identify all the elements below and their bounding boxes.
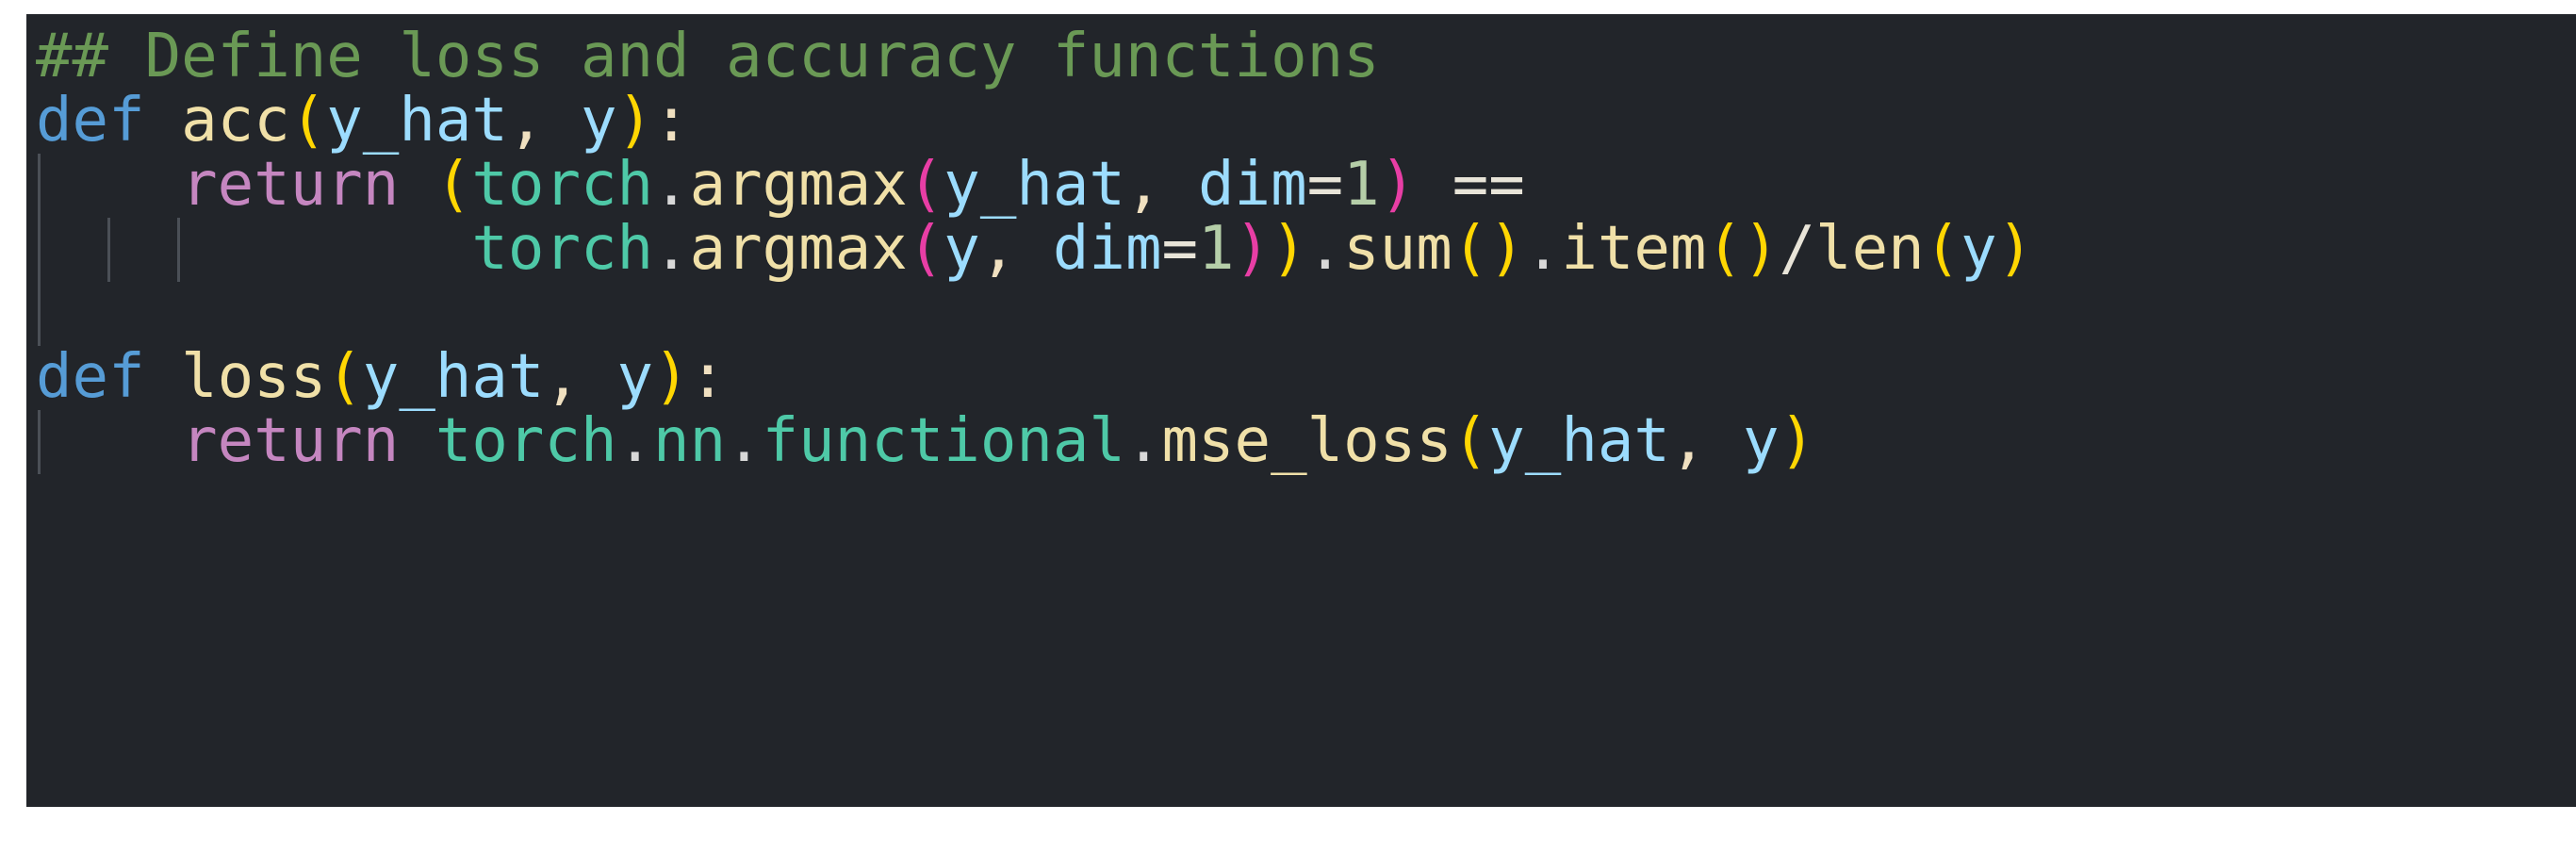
code-token: dim <box>1198 150 1307 220</box>
code-token: . <box>653 150 690 220</box>
code-token: , <box>544 342 581 412</box>
code-token: sum <box>1343 214 1452 284</box>
code-line <box>26 282 2576 346</box>
code-token: ) <box>1996 214 2034 284</box>
code-token: ( <box>907 150 944 220</box>
code-line: def loss(y_hat, y): <box>26 345 2576 410</box>
code-token: . <box>616 406 654 476</box>
code-token: . <box>1524 214 1562 284</box>
code-token: 1 <box>1343 150 1380 220</box>
indent-guide <box>38 218 41 282</box>
code-token: ) <box>1271 214 1307 284</box>
code-token: def <box>36 86 145 156</box>
code-token: ## Define loss and accuracy functions <box>36 22 1380 91</box>
code-token: acc <box>181 86 290 156</box>
indent-guide <box>38 282 41 346</box>
indent-guide <box>38 410 41 474</box>
code-line: def acc(y_hat, y): <box>26 89 2576 154</box>
code-token: ( <box>1452 406 1489 476</box>
code-token: return <box>181 406 400 476</box>
code-token: () <box>1706 214 1780 284</box>
code-token: y_hat <box>1488 406 1670 476</box>
code-token: : <box>653 86 690 156</box>
code-token: . <box>653 214 690 284</box>
code-token: ) <box>1379 150 1417 220</box>
code-token: item <box>1561 214 1707 284</box>
code-token: def <box>36 342 145 412</box>
code-token: : <box>689 342 727 412</box>
code-token: 1 <box>1198 214 1235 284</box>
code-token: . <box>1124 406 1162 476</box>
code-token: ( <box>1924 214 1961 284</box>
code-token: , <box>1669 406 1707 476</box>
code-token: y <box>943 214 980 284</box>
code-token: y_hat <box>943 150 1125 220</box>
code-token: loss <box>181 342 327 412</box>
code-line: return (torch.argmax(y_hat, dim=1) == <box>26 153 2576 218</box>
code-token: , <box>979 214 1017 284</box>
code-token: ( <box>435 150 472 220</box>
code-token: . <box>1306 214 1344 284</box>
code-token: == <box>1452 150 1525 220</box>
code-token: y_hat <box>326 86 508 156</box>
code-token: functional <box>762 406 1125 476</box>
code-token: mse_loss <box>1161 406 1452 476</box>
code-token: ) <box>1779 406 1816 476</box>
code-token: y <box>1742 406 1780 476</box>
code-token: y <box>1961 214 1997 284</box>
code-token: torch <box>471 214 654 284</box>
code-token: y <box>580 86 617 156</box>
code-token: dim <box>1052 214 1162 284</box>
code-token: ( <box>907 214 944 284</box>
code-token: / <box>1779 214 1816 284</box>
code-token: torch <box>471 150 654 220</box>
indent-guide <box>107 218 110 282</box>
code-block[interactable]: ## Define loss and accuracy functions def… <box>26 14 2576 474</box>
code-token: , <box>1124 150 1162 220</box>
code-line: ## Define loss and accuracy functions <box>26 25 2576 90</box>
code-token: return <box>181 150 400 220</box>
code-token: nn <box>653 406 727 476</box>
code-token: = <box>1306 150 1344 220</box>
code-line: torch.argmax(y, dim=1)).sum().item()/len… <box>26 217 2576 282</box>
code-token: = <box>1161 214 1198 284</box>
code-token: () <box>1452 214 1525 284</box>
code-token: argmax <box>689 150 908 220</box>
code-token: torch <box>435 406 617 476</box>
code-token: len <box>1815 214 1925 284</box>
code-token: y <box>616 342 654 412</box>
code-token: . <box>726 406 763 476</box>
code-token: , <box>507 86 545 156</box>
code-token: ( <box>326 342 363 412</box>
code-line: return torch.nn.functional.mse_loss(y_ha… <box>26 409 2576 474</box>
code-token: ( <box>289 86 327 156</box>
code-token: ) <box>653 342 690 412</box>
code-token: y_hat <box>362 342 545 412</box>
code-editor-pane[interactable]: ## Define loss and accuracy functions def… <box>26 14 2576 807</box>
code-token: ) <box>1234 214 1272 284</box>
indent-guide <box>177 218 180 282</box>
indent-guide <box>38 154 41 218</box>
code-token: ) <box>616 86 654 156</box>
code-token: argmax <box>689 214 908 284</box>
